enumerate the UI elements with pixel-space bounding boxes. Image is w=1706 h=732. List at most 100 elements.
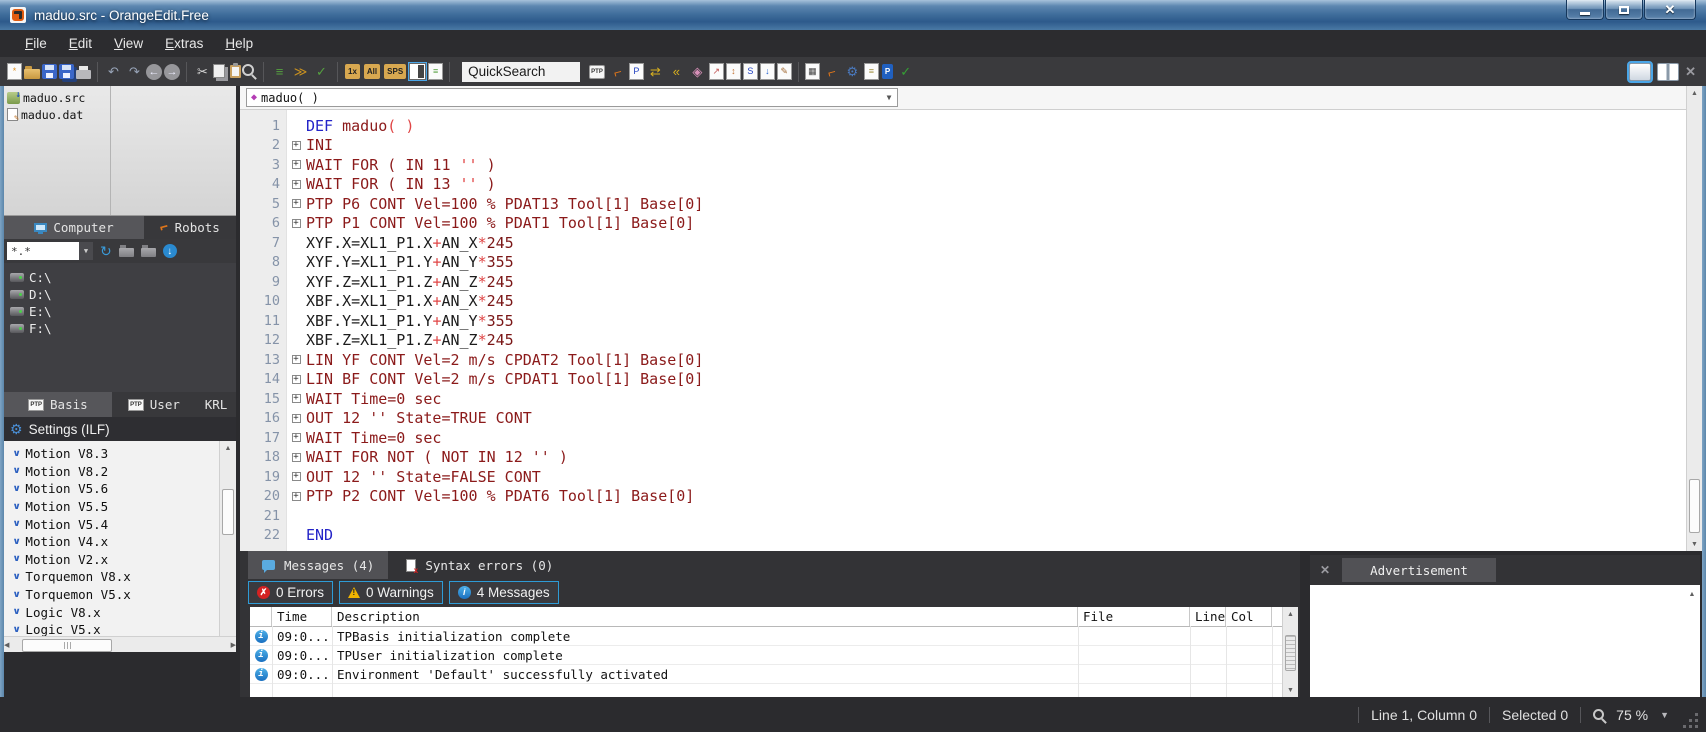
- column-header-time[interactable]: Time: [272, 607, 332, 626]
- tree-item[interactable]: ∨Torquemon V5.x: [4, 586, 219, 604]
- chevron-down-icon[interactable]: ▼: [1660, 710, 1669, 720]
- code-line[interactable]: 16+OUT 12 '' State=TRUE CONT: [240, 409, 1686, 429]
- code-line[interactable]: 18+WAIT FOR NOT ( NOT IN 12 '' ): [240, 448, 1686, 468]
- code-line[interactable]: 15+WAIT Time=0 sec: [240, 389, 1686, 409]
- code-line[interactable]: 10XBF.X=XL1_P1.X+AN_X*245: [240, 292, 1686, 312]
- target-folder-icon[interactable]: [141, 248, 156, 257]
- chevron-down-icon[interactable]: ∨: [13, 590, 21, 600]
- split-pane-button[interactable]: [1657, 63, 1679, 81]
- filter-warning-button[interactable]: 0 Warnings: [339, 581, 443, 604]
- run-all-button[interactable]: All: [364, 64, 380, 79]
- chevron-down-icon[interactable]: ∨: [13, 537, 21, 547]
- fold-expand-icon[interactable]: +: [292, 472, 301, 481]
- tree-item[interactable]: ∨Motion V2.x: [4, 551, 219, 569]
- scroll-down-icon[interactable]: ▼: [1687, 537, 1702, 551]
- fold-expand-icon[interactable]: +: [292, 414, 301, 423]
- tab-computer[interactable]: Computer: [4, 216, 144, 239]
- code-area[interactable]: 1DEF maduo( )2+INI3+WAIT FOR ( IN 11 '' …: [240, 110, 1686, 551]
- import-icon[interactable]: «: [667, 62, 686, 81]
- doc-view-icon[interactable]: ≡: [428, 63, 443, 80]
- robot-add-icon[interactable]: ⌐: [820, 60, 843, 83]
- file-list[interactable]: maduo.srcmaduo.dat: [4, 86, 236, 216]
- tree-item[interactable]: ∨Logic V8.x: [4, 603, 219, 621]
- close-button[interactable]: ✕: [1644, 0, 1696, 20]
- code-line[interactable]: 14+LIN BF CONT Vel=2 m/s CPDAT1 Tool[1] …: [240, 370, 1686, 390]
- code-line[interactable]: 11XBF.Y=XL1_P1.Y+AN_Y*355: [240, 311, 1686, 331]
- code-line[interactable]: 19+OUT 12 '' State=FALSE CONT: [240, 467, 1686, 487]
- tree-item[interactable]: ∨Motion V8.2: [4, 463, 219, 481]
- code-line[interactable]: 3+WAIT FOR ( IN 11 '' ): [240, 155, 1686, 175]
- chevron-down-icon[interactable]: ∨: [13, 607, 21, 617]
- format-list-icon[interactable]: ≡: [270, 62, 289, 81]
- column-header-col[interactable]: Col: [1226, 607, 1272, 626]
- zoom-level[interactable]: 75 %: [1616, 707, 1648, 723]
- tools-icon[interactable]: ⚙: [843, 62, 862, 81]
- menu-view[interactable]: View: [103, 32, 154, 55]
- code-line[interactable]: 9XYF.Z=XL1_P1.Z+AN_Z*245: [240, 272, 1686, 292]
- message-row[interactable]: i09:0...TPBasis initialization complete: [250, 627, 1282, 646]
- single-pane-button[interactable]: [1629, 63, 1651, 81]
- code-line[interactable]: 13+LIN YF CONT Vel=2 m/s CPDAT2 Tool[1] …: [240, 350, 1686, 370]
- sync-icon[interactable]: ⇄: [646, 62, 665, 81]
- tree-item[interactable]: ∨Motion V5.5: [4, 498, 219, 516]
- fold-expand-icon[interactable]: +: [292, 433, 301, 442]
- chevron-down-icon[interactable]: ∨: [13, 502, 21, 512]
- message-row[interactable]: i09:0...Environment 'Default' successful…: [250, 665, 1282, 684]
- tree-scrollbar[interactable]: ▲: [219, 441, 236, 636]
- drive-item[interactable]: D:\: [4, 286, 236, 303]
- tree-item[interactable]: ∨Motion V8.3: [4, 445, 219, 463]
- new-file-icon[interactable]: *: [7, 63, 22, 80]
- tab-robots[interactable]: ⌐Robots: [144, 216, 236, 239]
- chevron-down-icon[interactable]: ▼: [881, 93, 897, 102]
- doc-st-icon[interactable]: S: [743, 63, 758, 80]
- fold-expand-icon[interactable]: +: [292, 141, 301, 150]
- chevron-down-icon[interactable]: ∨: [13, 449, 21, 459]
- open-folder-icon[interactable]: [24, 69, 40, 79]
- save-icon[interactable]: [42, 64, 57, 79]
- tab-syntax-errors-0[interactable]: Syntax errors (0): [392, 551, 567, 579]
- indent-icon[interactable]: ≫: [291, 62, 310, 81]
- chevron-down-icon[interactable]: ∨: [13, 519, 21, 529]
- fold-expand-icon[interactable]: +: [292, 492, 301, 501]
- menu-extras[interactable]: Extras: [154, 32, 214, 55]
- scroll-right-icon[interactable]: ▶: [231, 638, 236, 652]
- refresh-icon[interactable]: ↻: [100, 244, 112, 258]
- scrollbar-thumb[interactable]: [1689, 479, 1700, 533]
- column-header-description[interactable]: Description: [332, 607, 1078, 626]
- menu-edit[interactable]: Edit: [58, 32, 103, 55]
- advertisement-tab[interactable]: Advertisement: [1342, 558, 1496, 582]
- notes-icon[interactable]: ≡: [864, 63, 879, 80]
- doc-shift-icon[interactable]: ↗: [709, 63, 724, 80]
- filter-error-button[interactable]: ✗0 Errors: [248, 581, 333, 604]
- download-icon[interactable]: ↓: [163, 244, 177, 258]
- file-filter-combo[interactable]: *.* ▼: [7, 242, 93, 260]
- editor-scrollbar[interactable]: ▲ ▼: [1686, 86, 1702, 551]
- fold-expand-icon[interactable]: +: [292, 355, 301, 364]
- scroll-up-icon[interactable]: ▲: [1686, 587, 1698, 601]
- column-header-line[interactable]: Line: [1190, 607, 1226, 626]
- code-line[interactable]: 5+PTP P6 CONT Vel=100 % PDAT13 Tool[1] B…: [240, 194, 1686, 214]
- tree-item[interactable]: ∨Logic V5.x: [4, 621, 219, 636]
- code-line[interactable]: 1DEF maduo( ): [240, 116, 1686, 136]
- file-item[interactable]: maduo.dat: [4, 106, 236, 123]
- scroll-up-icon[interactable]: ▲: [1283, 607, 1298, 621]
- inline-form-icon[interactable]: PTP: [589, 65, 605, 79]
- chevron-down-icon[interactable]: ∨: [13, 466, 21, 476]
- scroll-left-icon[interactable]: ◀: [4, 638, 9, 652]
- doc-axis-icon[interactable]: ↕: [726, 63, 741, 80]
- profinet-icon[interactable]: P: [882, 64, 893, 79]
- points-cloud-icon[interactable]: ◈: [688, 62, 707, 81]
- pdat-doc-icon[interactable]: P: [629, 63, 644, 80]
- chevron-down-icon[interactable]: ∨: [13, 625, 21, 635]
- tree-item[interactable]: ∨Motion V5.6: [4, 480, 219, 498]
- nav-back-icon[interactable]: ←: [146, 64, 162, 80]
- chevron-down-icon[interactable]: ▼: [79, 242, 93, 260]
- scroll-up-icon[interactable]: ▲: [220, 441, 236, 455]
- fold-expand-icon[interactable]: +: [292, 199, 301, 208]
- chevron-down-icon[interactable]: ∨: [13, 554, 21, 564]
- print-icon[interactable]: [76, 70, 91, 79]
- code-line[interactable]: 22END: [240, 526, 1686, 546]
- nav-forward-icon[interactable]: →: [164, 64, 180, 80]
- code-line[interactable]: 4+WAIT FOR ( IN 13 '' ): [240, 175, 1686, 195]
- tab-krl[interactable]: KRL: [196, 392, 236, 417]
